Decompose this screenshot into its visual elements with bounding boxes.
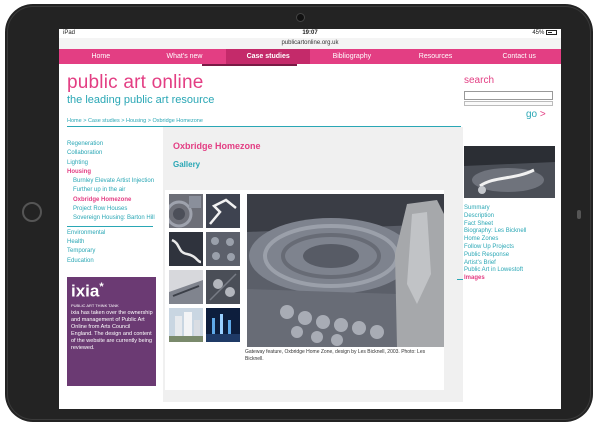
gallery-thumbnail[interactable]: [169, 194, 203, 228]
nav-contact-us[interactable]: Contact us: [477, 49, 561, 64]
search-options-field[interactable]: [464, 101, 553, 106]
right-nav-item[interactable]: Artist's Brief: [464, 260, 556, 268]
right-nav-item[interactable]: Description: [464, 213, 556, 221]
battery-status: 45%: [532, 30, 557, 36]
image-caption: Gateway feature, Oxbridge Home Zone, des…: [245, 349, 426, 362]
left-nav: Regeneration Collaboration Lighting Hous…: [67, 140, 159, 266]
left-nav-subitem[interactable]: Sovereign Housing: Barton Hill: [67, 214, 159, 223]
breadcrumb[interactable]: Home > Case studies > Housing > Oxbridge…: [67, 118, 203, 124]
site-title[interactable]: public art online: [67, 72, 203, 94]
right-arrow-icon: >: [539, 109, 546, 120]
gallery-thumbnail[interactable]: [169, 232, 203, 266]
left-nav-item[interactable]: Education: [67, 257, 159, 266]
gallery-thumbnail[interactable]: [206, 194, 240, 228]
right-nav-item[interactable]: Biography: Les Bicknell: [464, 228, 556, 236]
right-nav: Summary Description Fact Sheet Biography…: [464, 205, 556, 283]
ipad-frame: iPad 19:07 45% publicartonline.org.uk Ho…: [5, 4, 593, 422]
right-nav-item[interactable]: Summary: [464, 205, 556, 213]
ixia-tagline: PUBLIC ART THINK TANK: [71, 303, 119, 308]
ixia-logo: ixia*: [71, 281, 104, 301]
nav-resources[interactable]: Resources: [394, 49, 478, 64]
left-nav-item[interactable]: Collaboration: [67, 149, 159, 158]
nav-case-studies[interactable]: Case studies: [226, 49, 311, 64]
gallery-main-image[interactable]: [247, 194, 444, 347]
gallery-thumbnail[interactable]: [169, 270, 203, 304]
side-button[interactable]: [577, 210, 581, 219]
main-content: Oxbridge Homezone Gallery Gateway featur…: [163, 127, 463, 402]
clock: 19:07: [302, 30, 318, 36]
right-nav-item[interactable]: Follow Up Projects: [464, 244, 556, 252]
go-label: go: [526, 109, 538, 120]
camera-icon: [296, 13, 305, 22]
left-nav-item[interactable]: Lighting: [67, 159, 159, 168]
left-nav-item[interactable]: Regeneration: [67, 140, 159, 149]
left-nav-housing[interactable]: Housing: [67, 168, 159, 177]
right-nav-item[interactable]: Fact Sheet: [464, 221, 556, 229]
search-label: search: [464, 75, 495, 86]
gallery-thumbnail[interactable]: [206, 308, 240, 342]
sidebar-feature-image[interactable]: [464, 146, 555, 198]
nav-whats-new[interactable]: What's new: [143, 49, 227, 64]
left-nav-item[interactable]: Health: [67, 238, 159, 247]
home-button[interactable]: [22, 202, 42, 222]
gallery-thumbnail[interactable]: [169, 308, 203, 342]
main-nav: Home What's new Case studies Bibliograph…: [59, 49, 561, 64]
right-nav-item[interactable]: Home Zones: [464, 236, 556, 244]
left-nav-subitem[interactable]: Project Row Houses: [67, 205, 159, 214]
page-title: Oxbridge Homezone: [173, 141, 261, 151]
right-nav-item-active[interactable]: Images: [464, 275, 556, 283]
status-bar: iPad 19:07 45%: [59, 29, 561, 38]
left-nav-item[interactable]: Environmental: [67, 229, 159, 238]
ixia-panel[interactable]: ixia* PUBLIC ART THINK TANK ixia has tak…: [67, 277, 156, 386]
screen: iPad 19:07 45% publicartonline.org.uk Ho…: [59, 29, 561, 409]
left-nav-subitem-active[interactable]: Oxbridge Homezone: [67, 196, 159, 205]
search-input[interactable]: [464, 91, 553, 100]
nav-home[interactable]: Home: [59, 49, 143, 64]
right-nav-item[interactable]: Public Art in Lowestoft: [464, 267, 556, 275]
ixia-text: ixia has taken over the ownership and ma…: [71, 310, 153, 351]
left-nav-divider: [67, 225, 153, 227]
active-nav-indicator: [202, 64, 297, 66]
right-nav-item[interactable]: Public Response: [464, 252, 556, 260]
left-nav-subitem[interactable]: Further up in the air: [67, 186, 159, 195]
site-subtitle: the leading public art resource: [67, 94, 215, 106]
left-nav-item[interactable]: Temporary: [67, 247, 159, 256]
section-heading: Gallery: [173, 160, 201, 169]
battery-icon: [546, 30, 557, 35]
gallery: Gateway feature, Oxbridge Home Zone, des…: [165, 190, 444, 390]
battery-percent: 45%: [532, 30, 545, 37]
go-button[interactable]: go >: [526, 109, 546, 120]
gallery-thumbnail[interactable]: [206, 232, 240, 266]
left-nav-subitem[interactable]: Burnley Elevate Artist Injection: [67, 177, 159, 186]
gallery-thumbnail[interactable]: [206, 270, 240, 304]
nav-bibliography[interactable]: Bibliography: [310, 49, 394, 64]
